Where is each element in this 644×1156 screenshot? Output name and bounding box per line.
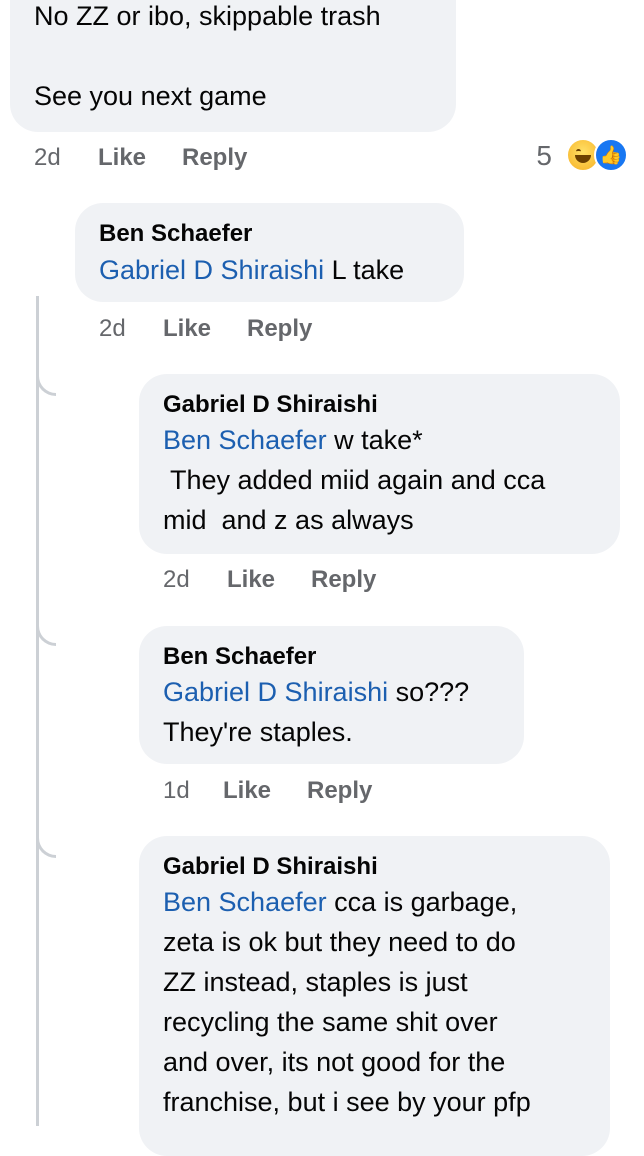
reply-bubble: Gabriel D Shiraishi Ben Schaefer cca is … xyxy=(139,836,610,1156)
reply-text-line: They're staples. xyxy=(163,717,353,747)
reply-author[interactable]: Gabriel D Shiraishi xyxy=(163,390,620,420)
reply-text-line: zeta is ok but they need to do xyxy=(163,927,516,957)
like-button[interactable]: Like xyxy=(227,565,275,595)
like-button[interactable]: Like xyxy=(163,314,211,344)
reply-text-line: They added miid again and cca xyxy=(163,465,546,495)
timestamp: 2d xyxy=(34,144,61,171)
timestamp: 2d xyxy=(163,566,190,593)
reply-text-line: franchise, but i see by your pfp xyxy=(163,1087,531,1117)
reply-text: L take xyxy=(324,255,405,285)
reply-actions: 1d Like Reply xyxy=(163,776,463,806)
mention-link[interactable]: Ben Schaefer xyxy=(163,887,327,917)
reply-text-line: and over, its not good for the xyxy=(163,1047,506,1077)
comment-text-line: See you next game xyxy=(34,81,267,111)
reaction-count: 5 xyxy=(536,140,552,171)
thread-connector xyxy=(36,834,56,858)
reply-author[interactable]: Ben Schaefer xyxy=(99,219,464,249)
reply-actions: 2d Like Reply xyxy=(163,565,463,595)
reply-text-line: recycling the same shit over xyxy=(163,1007,498,1037)
thread-connector xyxy=(36,622,56,646)
reaction-summary[interactable]: 5 👍 xyxy=(508,138,628,174)
like-button[interactable]: Like xyxy=(223,776,271,806)
like-icon: 👍 xyxy=(594,138,628,172)
reply-text-line: mid and z as always xyxy=(163,505,414,535)
reply-button[interactable]: Reply xyxy=(182,143,247,173)
reply-button[interactable]: Reply xyxy=(247,314,312,344)
timestamp: 1d xyxy=(163,777,190,804)
reply-text-line: ZZ instead, staples is just xyxy=(163,967,468,997)
reply-actions: 2d Like Reply xyxy=(99,314,399,344)
reply-author[interactable]: Gabriel D Shiraishi xyxy=(163,852,610,882)
reply-button[interactable]: Reply xyxy=(311,565,376,595)
reply-button[interactable]: Reply xyxy=(307,776,372,806)
thread-line xyxy=(36,296,39,1126)
reply-bubble: Gabriel D Shiraishi Ben Schaefer w take*… xyxy=(139,374,620,554)
reply-text: cca is garbage, xyxy=(326,887,518,917)
reply-bubble: Ben Schaefer Gabriel D Shiraishi so??? T… xyxy=(139,626,524,764)
mention-link[interactable]: Gabriel D Shiraishi xyxy=(163,677,388,707)
reply-author[interactable]: Ben Schaefer xyxy=(163,642,524,672)
reply-text: so??? xyxy=(388,677,470,707)
like-button[interactable]: Like xyxy=(98,143,146,173)
comment-bubble: No ZZ or ibo, skippable trash See you ne… xyxy=(10,0,456,132)
thread-connector xyxy=(36,372,56,396)
mention-link[interactable]: Ben Schaefer xyxy=(163,425,327,455)
mention-link[interactable]: Gabriel D Shiraishi xyxy=(99,255,324,285)
reply-text: w take* xyxy=(326,425,423,455)
comment-text-line: No ZZ or ibo, skippable trash xyxy=(34,1,381,31)
reply-bubble: Ben Schaefer Gabriel D Shiraishi L take xyxy=(75,203,464,302)
timestamp: 2d xyxy=(99,315,126,342)
comment-actions: 2d Like Reply xyxy=(34,143,334,173)
